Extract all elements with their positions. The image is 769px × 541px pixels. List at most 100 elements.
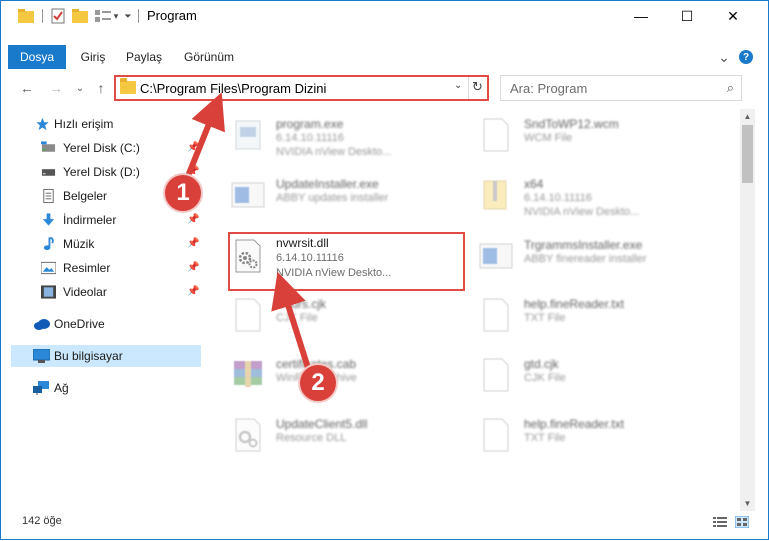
sidebar-item-label: Hızlı erişim: [54, 117, 114, 131]
maximize-button[interactable]: ☐: [664, 1, 710, 31]
sidebar-item-music[interactable]: Müzik 📌: [1, 233, 201, 255]
sidebar-item-network[interactable]: Ağ: [1, 377, 201, 399]
pin-icon: 📌: [187, 286, 200, 297]
sidebar-item-label: Yerel Disk (D:): [63, 165, 140, 179]
vertical-scrollbar[interactable]: ▲ ▼: [740, 109, 755, 511]
new-folder-icon[interactable]: [71, 7, 89, 25]
sidebar-item-label: Yerel Disk (C:): [63, 141, 140, 155]
file-version: 6.14.10.11116: [276, 132, 344, 144]
star-icon: [36, 117, 49, 131]
address-path[interactable]: C:\Program Files\Program Dizini: [140, 81, 326, 96]
blank-file-icon: [483, 358, 509, 392]
file-name: x64: [524, 177, 544, 191]
tab-home[interactable]: Giriş: [73, 45, 113, 69]
expand-ribbon-icon[interactable]: ⌄: [717, 49, 731, 65]
sidebar-item-this-pc[interactable]: Bu bilgisayar: [11, 345, 201, 367]
back-button[interactable]: ←: [19, 80, 35, 96]
sidebar-item-label: Videolar: [63, 285, 107, 299]
download-icon: [42, 213, 55, 226]
file-explorer-window: ▾ ⏷ Program — ☐ ✕ Dosya Giriş Paylaş Gör…: [0, 0, 769, 540]
scroll-down-icon[interactable]: ▼: [740, 496, 755, 511]
file-type: TXT File: [524, 432, 566, 444]
video-icon: [41, 285, 56, 299]
exe-icon: [235, 120, 261, 150]
file-name: Cours.cjk: [276, 297, 327, 311]
details-view-icon[interactable]: [713, 516, 727, 528]
file-name: help.fineReader.txt: [524, 297, 625, 311]
sidebar-item-label: Belgeler: [63, 189, 108, 203]
file-description: NVIDIA nView Deskto...: [524, 206, 640, 218]
sidebar-item-downloads[interactable]: İndirmeler 📌: [1, 209, 201, 231]
title-separator: [138, 9, 139, 23]
scroll-up-icon[interactable]: ▲: [740, 109, 755, 124]
sidebar-item-label: OneDrive: [54, 317, 105, 331]
qa-dropdown-icon[interactable]: ▾: [111, 7, 121, 25]
forward-button[interactable]: →: [48, 80, 64, 96]
scroll-thumb[interactable]: [742, 125, 753, 183]
blank-file-icon: [235, 298, 261, 332]
sidebar-item-label: Bu bilgisayar: [54, 349, 123, 363]
file-item[interactable]: TrgrammsInstaller.exe ABBY finereader in…: [464, 232, 704, 280]
file-type: CJK File: [276, 312, 318, 324]
file-name: program.exe: [276, 117, 344, 131]
file-name: help.fineReader.txt: [524, 417, 625, 431]
zip-folder-icon: [483, 180, 507, 210]
search-icon[interactable]: ⌕: [727, 80, 734, 96]
documents-icon: [43, 189, 54, 203]
file-item[interactable]: help.fineReader.txt TXT File: [464, 291, 704, 339]
file-description: ABBY updates installer: [276, 192, 389, 204]
help-icon[interactable]: ?: [739, 50, 753, 64]
file-type: Resource DLL: [276, 432, 347, 444]
drive-icon: [41, 141, 56, 152]
file-item[interactable]: Cours.cjk CJK File: [216, 291, 456, 339]
minimize-button[interactable]: —: [618, 1, 664, 31]
qa-customize-icon[interactable]: ⏷: [123, 7, 133, 25]
folder-icon: [17, 7, 35, 25]
tab-view[interactable]: Görünüm: [179, 45, 239, 69]
file-item[interactable]: SndToWP12.wcm WCM File: [464, 111, 704, 159]
up-button[interactable]: ↑: [93, 80, 109, 96]
sidebar-item-pictures[interactable]: Resimler 📌: [1, 257, 201, 279]
file-type: TXT File: [524, 312, 566, 324]
sidebar-item-onedrive[interactable]: OneDrive: [1, 313, 201, 335]
file-type: WCM File: [524, 132, 573, 144]
search-input[interactable]: Ara: Program ⌕: [500, 75, 742, 101]
installer-icon: [479, 243, 513, 269]
step-1-badge: 1: [163, 173, 203, 213]
recent-locations-button[interactable]: ⌄: [72, 80, 88, 96]
tab-file[interactable]: Dosya: [8, 45, 66, 69]
file-item[interactable]: UpdateInstaller.exe ABBY updates install…: [216, 171, 456, 219]
highlight-box: [228, 232, 465, 291]
file-item[interactable]: program.exe 6.14.10.11116 NVIDIA nView D…: [216, 111, 456, 159]
file-item[interactable]: UpdateClient5.dll Resource DLL: [216, 411, 456, 459]
file-item[interactable]: gtd.cjk CJK File: [464, 351, 704, 399]
tiles-view-icon[interactable]: [735, 516, 749, 528]
file-list: program.exe 6.14.10.11116 NVIDIA nView D…: [216, 109, 739, 509]
properties-icon[interactable]: [49, 7, 67, 25]
navigation-pane: Hızlı erişim Yerel Disk (C:) 📌 Yerel Dis…: [1, 111, 211, 511]
tab-share[interactable]: Paylaş: [121, 45, 167, 69]
file-name: UpdateClient5.dll: [276, 417, 368, 431]
file-description: ABBY finereader installer: [524, 253, 647, 265]
sidebar-item-label: Müzik: [63, 237, 95, 251]
step-2-badge: 2: [298, 363, 338, 403]
pin-icon: 📌: [187, 142, 200, 153]
cloud-icon: [34, 319, 50, 330]
drive-icon: [41, 169, 56, 176]
refresh-icon[interactable]: ↻: [472, 79, 483, 95]
file-item[interactable]: x64 6.14.10.11116 NVIDIA nView Deskto...: [464, 171, 704, 219]
customize-toolbar-icon[interactable]: [94, 7, 112, 25]
address-dropdown-icon[interactable]: ⌄: [454, 80, 462, 91]
file-description: NVIDIA nView Deskto...: [276, 146, 392, 158]
installer-icon: [231, 182, 265, 208]
address-bar[interactable]: C:\Program Files\Program Dizini ⌄ ↻: [114, 75, 489, 101]
status-bar: 142 öğe: [1, 511, 768, 539]
search-placeholder: Ara: Program: [510, 81, 588, 96]
sidebar-item-drive-c[interactable]: Yerel Disk (C:) 📌: [1, 137, 201, 159]
file-type: CJK File: [524, 372, 566, 384]
file-version: 6.14.10.11116: [524, 192, 592, 204]
sidebar-item-videos[interactable]: Videolar 📌: [1, 281, 201, 303]
close-button[interactable]: ✕: [710, 1, 756, 31]
sidebar-item-quick-access[interactable]: Hızlı erişim: [1, 113, 201, 135]
file-item[interactable]: help.fineReader.txt TXT File: [464, 411, 704, 459]
